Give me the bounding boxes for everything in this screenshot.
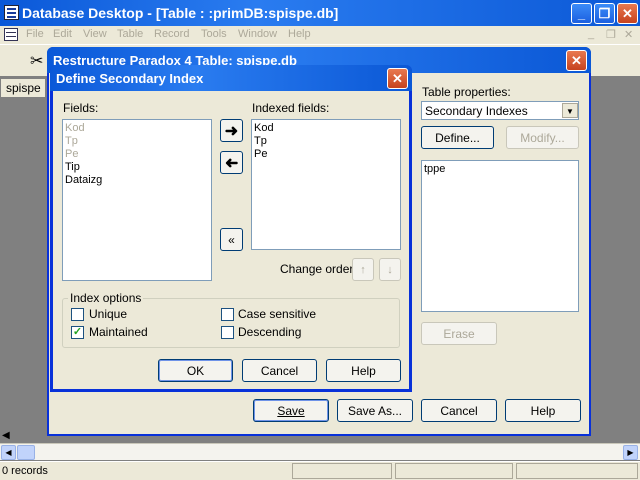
menu-table[interactable]: Table xyxy=(117,28,143,40)
app-title-bar: Database Desktop - [Table : :primDB:spis… xyxy=(0,0,640,26)
list-item[interactable]: Kod xyxy=(63,122,211,135)
save-button[interactable]: Save xyxy=(253,399,329,422)
ok-button[interactable]: OK xyxy=(158,359,233,382)
restructure-help-button[interactable]: Help xyxy=(505,399,581,422)
dialog-help-button[interactable]: Help xyxy=(326,359,401,382)
list-item[interactable]: Pe xyxy=(252,148,400,161)
unique-checkbox[interactable] xyxy=(71,308,84,321)
remove-all-button[interactable]: « xyxy=(220,228,243,251)
list-item[interactable]: Tp xyxy=(63,135,211,148)
menu-help[interactable]: Help xyxy=(288,28,311,40)
list-item[interactable]: Tp xyxy=(252,135,400,148)
arrow-right-icon: ➜ xyxy=(224,122,239,140)
menu-file[interactable]: File xyxy=(26,28,44,40)
doc-tab-label: spispe xyxy=(6,81,41,95)
list-item[interactable]: Pe xyxy=(63,148,211,161)
descending-label: Descending xyxy=(238,325,302,339)
table-properties-label: Table properties: xyxy=(422,85,511,99)
close-button[interactable]: ✕ xyxy=(617,3,638,24)
menu-record[interactable]: Record xyxy=(154,28,189,40)
minimize-button[interactable]: _ xyxy=(571,3,592,24)
index-options-label: Index options xyxy=(68,291,144,305)
modify-button[interactable]: Modify... xyxy=(506,126,579,149)
move-down-button[interactable]: ↓ xyxy=(379,258,401,281)
left-arrow-icon[interactable]: ◀ xyxy=(2,430,10,441)
status-panel xyxy=(292,463,392,479)
menu-tools[interactable]: Tools xyxy=(201,28,227,40)
save-as-button[interactable]: Save As... xyxy=(337,399,413,422)
double-left-icon: « xyxy=(228,232,235,247)
fields-list[interactable]: Kod Tp Pe Tip Dataizg xyxy=(62,119,212,281)
app-title: Database Desktop - [Table : :primDB:spis… xyxy=(22,5,339,21)
menu-edit[interactable]: Edit xyxy=(53,28,72,40)
list-item[interactable]: Tip xyxy=(63,161,211,174)
arrow-left-icon: ➜ xyxy=(224,154,239,172)
checkmark-icon: ✓ xyxy=(72,326,83,338)
cut-icon[interactable]: ✂ xyxy=(30,51,43,71)
doc-icon[interactable] xyxy=(4,28,18,41)
unique-label: Unique xyxy=(89,307,128,321)
add-field-button[interactable]: ➜ xyxy=(220,119,243,142)
arrow-down-icon: ↓ xyxy=(387,263,393,276)
fields-label: Fields: xyxy=(63,101,99,115)
indexed-fields-list[interactable]: Kod Tp Pe xyxy=(251,119,401,250)
record-count: 0 records xyxy=(2,465,48,477)
dialog-close-button[interactable]: ✕ xyxy=(387,68,408,89)
move-up-button[interactable]: ↑ xyxy=(352,258,374,281)
chevron-down-icon[interactable]: ▼ xyxy=(562,103,578,118)
scroll-thumb[interactable] xyxy=(17,445,35,460)
index-list[interactable]: tppe xyxy=(421,160,579,312)
table-properties-value: Secondary Indexes xyxy=(425,104,528,118)
list-item[interactable]: tppe xyxy=(422,163,578,176)
remove-field-button[interactable]: ➜ xyxy=(220,151,243,174)
doc-tab[interactable]: spispe xyxy=(0,78,46,98)
dialog-title-bar: Define Secondary Index ✕ xyxy=(50,65,412,91)
maximize-button[interactable]: ❐ xyxy=(594,3,615,24)
status-bar: 0 records xyxy=(0,461,640,480)
mdi-close-icon[interactable]: ✕ xyxy=(624,28,633,41)
dialog-cancel-button[interactable]: Cancel xyxy=(242,359,317,382)
descending-checkbox[interactable] xyxy=(221,326,234,339)
horizontal-scrollbar[interactable]: ◀ ▶ xyxy=(0,443,640,460)
status-panel xyxy=(395,463,513,479)
maintained-checkbox[interactable]: ✓ xyxy=(71,326,84,339)
indexed-fields-label: Indexed fields: xyxy=(252,101,330,115)
mdi-restore-icon[interactable]: ❐ xyxy=(606,28,616,41)
dialog-title: Define Secondary Index xyxy=(56,71,204,86)
case-sensitive-label: Case sensitive xyxy=(238,307,317,321)
status-panel xyxy=(516,463,638,479)
scroll-right-button[interactable]: ▶ xyxy=(623,445,638,460)
list-item[interactable]: Dataizg xyxy=(63,174,211,187)
menu-view[interactable]: View xyxy=(83,28,107,40)
define-button[interactable]: Define... xyxy=(421,126,494,149)
index-options-group xyxy=(62,298,400,348)
mdi-minimize-icon[interactable]: _ xyxy=(588,28,594,40)
menu-window[interactable]: Window xyxy=(238,28,277,40)
restructure-cancel-button[interactable]: Cancel xyxy=(421,399,497,422)
arrow-up-icon: ↑ xyxy=(360,263,366,276)
change-order-label: Change order: xyxy=(280,262,357,276)
maintained-label: Maintained xyxy=(89,325,148,339)
restructure-close-button[interactable]: ✕ xyxy=(566,50,587,71)
list-item[interactable]: Kod xyxy=(252,122,400,135)
case-sensitive-checkbox[interactable] xyxy=(221,308,234,321)
erase-button[interactable]: Erase xyxy=(421,322,497,345)
app-icon xyxy=(4,5,19,20)
scroll-left-button[interactable]: ◀ xyxy=(1,445,16,460)
table-properties-select[interactable]: Secondary Indexes ▼ xyxy=(421,101,579,120)
